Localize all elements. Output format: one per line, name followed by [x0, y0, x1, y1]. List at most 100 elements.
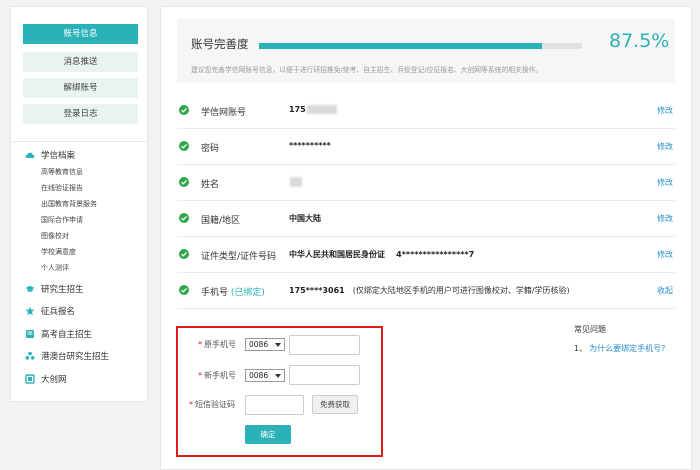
masked-blur: [290, 177, 302, 187]
unbind-account-button[interactable]: 解绑账号: [23, 78, 138, 98]
sms-code-label: * 短信验证码: [189, 399, 235, 410]
star-icon: [25, 306, 35, 316]
collapse-phone-link[interactable]: 收起: [657, 285, 673, 296]
required-mark: *: [198, 340, 202, 349]
original-phone-label: * 原手机号: [198, 339, 236, 350]
get-code-button[interactable]: 免费获取: [312, 395, 358, 414]
row-value: [289, 177, 302, 187]
faq-item-text: 为什么要绑定手机号?: [589, 344, 666, 353]
required-mark: *: [189, 400, 193, 409]
info-row-account: 学信网账号 175 修改: [177, 93, 675, 129]
sidebar-sub-intl-coop[interactable]: 国际合作申请: [41, 215, 83, 225]
info-row-id: 证件类型/证件号码 中华人民共和国居民身份证 4****************…: [177, 237, 675, 273]
row-label: 姓名: [201, 180, 220, 190]
info-row-nationality: 国籍/地区 中国大陆 修改: [177, 201, 675, 237]
sidebar-item-gaokao[interactable]: 高考自主招生: [25, 328, 92, 340]
sidebar-item-label: 大创网: [41, 375, 67, 385]
sidebar-divider: [11, 141, 147, 142]
info-row-password: 密码 ********** 修改: [177, 129, 675, 165]
edit-password-link[interactable]: 修改: [657, 141, 673, 152]
sidebar-sub-higher-edu[interactable]: 高等教育信息: [41, 167, 83, 177]
bound-tag: (已绑定): [230, 288, 265, 298]
check-circle-icon: [179, 105, 189, 115]
new-country-code-select[interactable]: 0086: [245, 369, 285, 382]
sidebar-item-xueji[interactable]: 学信档案: [25, 149, 75, 161]
country-code-value: 0086: [249, 371, 269, 380]
check-circle-icon: [179, 285, 189, 295]
id-number-value: 4****************7: [396, 250, 475, 259]
row-label: 证件类型/证件号码: [201, 252, 277, 262]
new-phone-text: 新手机号: [204, 371, 236, 380]
sidebar: 账号信息 消息推送 解绑账号 登录日志 学信档案 高等教育信息 在线验证报告 出…: [10, 6, 148, 402]
graduation-cap-icon: [25, 285, 35, 292]
message-push-button[interactable]: 消息推送: [23, 52, 138, 72]
info-row-phone: 手机号 (已绑定) 175****3061 (仅绑定大陆地区手机的用户可进行图像校…: [177, 273, 675, 309]
edit-nationality-link[interactable]: 修改: [657, 213, 673, 224]
check-circle-icon: [179, 249, 189, 259]
confirm-button[interactable]: 确定: [245, 425, 291, 444]
completeness-title: 账号完善度: [191, 37, 249, 51]
row-value: **********: [289, 141, 331, 150]
completeness-progress-fill: [259, 43, 542, 49]
info-row-name: 姓名 修改: [177, 165, 675, 201]
account-info-button[interactable]: 账号信息: [23, 24, 138, 44]
row-label: 学信网账号: [201, 108, 247, 118]
sidebar-item-conscription[interactable]: 征兵报名: [25, 305, 75, 317]
edit-name-link[interactable]: 修改: [657, 177, 673, 188]
sidebar-item-label: 征兵报名: [41, 307, 76, 317]
sidebar-item-dachuang[interactable]: 大创网: [25, 373, 67, 385]
faq-title: 常见问题: [574, 325, 606, 334]
phone-value: 175****3061: [289, 286, 345, 295]
row-label: 密码: [201, 144, 220, 154]
sidebar-item-label: 高考自主招生: [41, 330, 93, 340]
account-value: 175: [289, 105, 306, 114]
edit-id-link[interactable]: 修改: [657, 249, 673, 260]
sidebar-item-label: 港澳台研究生招生: [41, 352, 110, 362]
chevron-down-icon: [275, 343, 281, 347]
new-phone-label: * 新手机号: [198, 370, 236, 381]
phone-label: 手机号: [201, 288, 229, 298]
row-value: 175****3061 (仅绑定大陆地区手机的用户可进行图像校对、学籍/学历核验): [289, 285, 570, 296]
row-value: 中华人民共和国居民身份证 4****************7: [289, 249, 474, 260]
row-value: 中国大陆: [289, 214, 321, 223]
completeness-box: 账号完善度 87.5% 建议您完善学信网账号信息，以便于进行研招推免/统考、自主…: [177, 19, 675, 83]
sidebar-sub-image-check[interactable]: 图像校对: [41, 231, 69, 241]
row-label: 国籍/地区: [201, 216, 241, 226]
masked-blur: [306, 105, 337, 114]
faq-item-number: 1、: [574, 344, 588, 353]
cloud-icon: [25, 152, 35, 158]
people-icon: [25, 351, 35, 360]
original-country-code-select[interactable]: 0086: [245, 338, 285, 351]
required-mark: *: [198, 371, 202, 380]
row-value: 175: [289, 105, 337, 114]
sidebar-item-label: 研究生招生: [41, 285, 84, 295]
book-icon: [26, 330, 34, 338]
original-phone-input[interactable]: [289, 335, 360, 355]
sidebar-sub-personal-test[interactable]: 个人测评: [41, 263, 69, 273]
completeness-hint: 建议您完善学信网账号信息，以便于进行研招推免/统考、自主招生、兵役登记/应征报名…: [191, 66, 543, 74]
edit-account-link[interactable]: 修改: [657, 105, 673, 116]
original-phone-text: 原手机号: [204, 340, 236, 349]
id-type-value: 中华人民共和国居民身份证: [289, 250, 385, 259]
sms-code-text: 短信验证码: [195, 400, 235, 409]
login-log-button[interactable]: 登录日志: [23, 104, 138, 124]
row-label: 手机号 (已绑定): [201, 285, 265, 298]
completeness-percent: 87.5%: [609, 30, 670, 52]
country-code-value: 0086: [249, 340, 269, 349]
chevron-down-icon: [275, 374, 281, 378]
phone-note: (仅绑定大陆地区手机的用户可进行图像校对、学籍/学历核验): [352, 286, 570, 295]
sidebar-item-xueji-label: 学信档案: [41, 151, 76, 161]
faq-link-bind-phone[interactable]: 1、 为什么要绑定手机号?: [574, 343, 665, 354]
new-phone-input[interactable]: [289, 365, 360, 385]
check-circle-icon: [179, 177, 189, 187]
completeness-progress-bar: [259, 43, 582, 49]
sidebar-sub-satisfaction[interactable]: 学校满意度: [41, 247, 76, 257]
sidebar-sub-overseas-service[interactable]: 出国教育背景服务: [41, 199, 97, 209]
board-icon: [25, 374, 35, 384]
sidebar-sub-online-report[interactable]: 在线验证报告: [41, 183, 83, 193]
check-circle-icon: [179, 141, 189, 151]
check-circle-icon: [179, 213, 189, 223]
sms-code-input[interactable]: [245, 395, 304, 415]
sidebar-item-grad-admission[interactable]: 研究生招生: [25, 283, 84, 295]
sidebar-item-hkmt-grad[interactable]: 港澳台研究生招生: [25, 350, 109, 362]
